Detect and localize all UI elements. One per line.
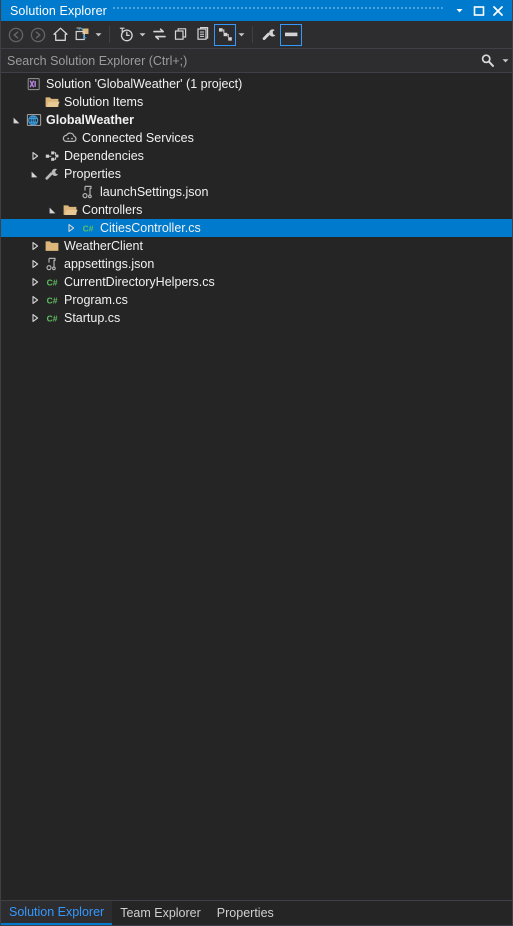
solution-explorer-panel: Solution Explorer Search Solution Explor… (0, 0, 513, 926)
tree-row-label: Solution 'GlobalWeather' (1 project) (46, 77, 243, 91)
tool-window-tabs: Solution Explorer Team Explorer Properties (1, 900, 512, 925)
tree-row[interactable]: C# CitiesController.cs (1, 219, 512, 237)
svg-text:C#: C# (47, 314, 58, 324)
title-grip[interactable] (112, 0, 444, 21)
expander-placeholder (27, 93, 43, 111)
tree-row[interactable]: Controllers (1, 201, 512, 219)
tree-row-label: launchSettings.json (100, 185, 209, 199)
tab-label: Solution Explorer (9, 905, 105, 919)
tree-row[interactable]: Properties (1, 165, 512, 183)
history-caret[interactable] (137, 24, 148, 46)
wrench-icon (43, 165, 61, 183)
folder-open-icon (43, 93, 61, 111)
toolbar-separator-2 (252, 26, 253, 43)
tab-solution-explorer[interactable]: Solution Explorer (1, 901, 113, 925)
tab-properties[interactable]: Properties (209, 901, 282, 925)
expander-collapsed-icon[interactable] (27, 291, 43, 309)
svg-text:C#: C# (47, 278, 58, 288)
tree-row-label: Dependencies (64, 149, 144, 163)
expander-collapsed-icon[interactable] (27, 237, 43, 255)
tree-row[interactable]: WeatherClient (1, 237, 512, 255)
tree-row[interactable]: GlobalWeather (1, 111, 512, 129)
tree-row[interactable]: appsettings.json (1, 255, 512, 273)
solution-icon (25, 75, 43, 93)
svg-text:C#: C# (47, 296, 58, 306)
json-file-icon (79, 183, 97, 201)
folder-open-icon (61, 201, 79, 219)
csharp-file-icon: C# (43, 309, 61, 327)
collapse-all-button[interactable] (192, 24, 214, 46)
search-bar (1, 48, 512, 73)
expander-placeholder (45, 129, 61, 147)
tree-row-label: Controllers (82, 203, 143, 217)
expander-collapsed-icon[interactable] (27, 147, 43, 165)
window-controls (450, 1, 512, 20)
tree-row[interactable]: C# CurrentDirectoryHelpers.cs (1, 273, 512, 291)
pending-changes-caret[interactable] (93, 24, 104, 46)
search-options-caret[interactable] (499, 49, 512, 72)
preview-pane-button[interactable] (280, 23, 302, 46)
svg-text:C#: C# (83, 224, 94, 234)
tab-team-explorer[interactable]: Team Explorer (112, 901, 209, 925)
tree-row-label: Startup.cs (64, 311, 121, 325)
tree-row-label: GlobalWeather (46, 113, 134, 127)
show-all-files-button[interactable] (214, 23, 236, 46)
solution-tree[interactable]: Solution 'GlobalWeather' (1 project) Solu… (1, 73, 512, 900)
tree-row-label: Solution Items (64, 95, 144, 109)
tree-row-label: Connected Services (82, 131, 194, 145)
back-button[interactable] (5, 24, 27, 46)
toolbar-separator-1 (109, 26, 110, 43)
tree-row-label: CurrentDirectoryHelpers.cs (64, 275, 215, 289)
connected-services-icon (61, 129, 79, 147)
tree-row[interactable]: Dependencies (1, 147, 512, 165)
tree-row-label: Properties (64, 167, 121, 181)
window-title: Solution Explorer (10, 3, 107, 18)
history-button[interactable] (115, 24, 137, 46)
tree-row[interactable]: C# Program.cs (1, 291, 512, 309)
maximize-button[interactable] (469, 1, 488, 20)
expander-placeholder (63, 183, 79, 201)
show-all-files-caret[interactable] (236, 24, 247, 46)
dropdown-menu-button[interactable] (450, 1, 469, 20)
tree-row-label: Program.cs (64, 293, 128, 307)
expander-collapsed-icon[interactable] (27, 309, 43, 327)
folder-closed-icon (43, 237, 61, 255)
expander-expanded-icon[interactable] (27, 165, 43, 183)
expander-expanded-icon[interactable] (9, 111, 25, 129)
expander-collapsed-icon[interactable] (27, 255, 43, 273)
dependencies-icon (43, 147, 61, 165)
csharp-file-icon: C# (79, 219, 97, 237)
tree-row[interactable]: Connected Services (1, 129, 512, 147)
home-button[interactable] (49, 24, 71, 46)
pending-changes-button[interactable] (71, 24, 93, 46)
sync-with-active-document-button[interactable] (148, 24, 170, 46)
toolbar (1, 21, 512, 48)
close-button[interactable] (488, 1, 507, 20)
csharp-file-icon: C# (43, 291, 61, 309)
forward-button[interactable] (27, 24, 49, 46)
tree-row-label: CitiesController.cs (100, 221, 201, 235)
tab-label: Properties (216, 906, 274, 920)
search-input[interactable] (1, 52, 475, 69)
expander-collapsed-icon[interactable] (63, 219, 79, 237)
tree-row[interactable]: Solution Items (1, 93, 512, 111)
search-icon[interactable] (475, 49, 499, 72)
refresh-button[interactable] (170, 24, 192, 46)
tree-row[interactable]: launchSettings.json (1, 183, 512, 201)
tree-row-label: appsettings.json (64, 257, 155, 271)
web-project-icon (25, 111, 43, 129)
json-file-icon (43, 255, 61, 273)
tree-row-label: WeatherClient (64, 239, 143, 253)
csharp-file-icon: C# (43, 273, 61, 291)
tab-label: Team Explorer (120, 906, 201, 920)
tree-row[interactable]: Solution 'GlobalWeather' (1 project) (1, 75, 512, 93)
expander-collapsed-icon[interactable] (27, 273, 43, 291)
expander-expanded-icon[interactable] (45, 201, 61, 219)
properties-button[interactable] (258, 24, 280, 46)
title-bar: Solution Explorer (1, 0, 512, 21)
expander-placeholder (9, 75, 25, 93)
tree-row[interactable]: C# Startup.cs (1, 309, 512, 327)
